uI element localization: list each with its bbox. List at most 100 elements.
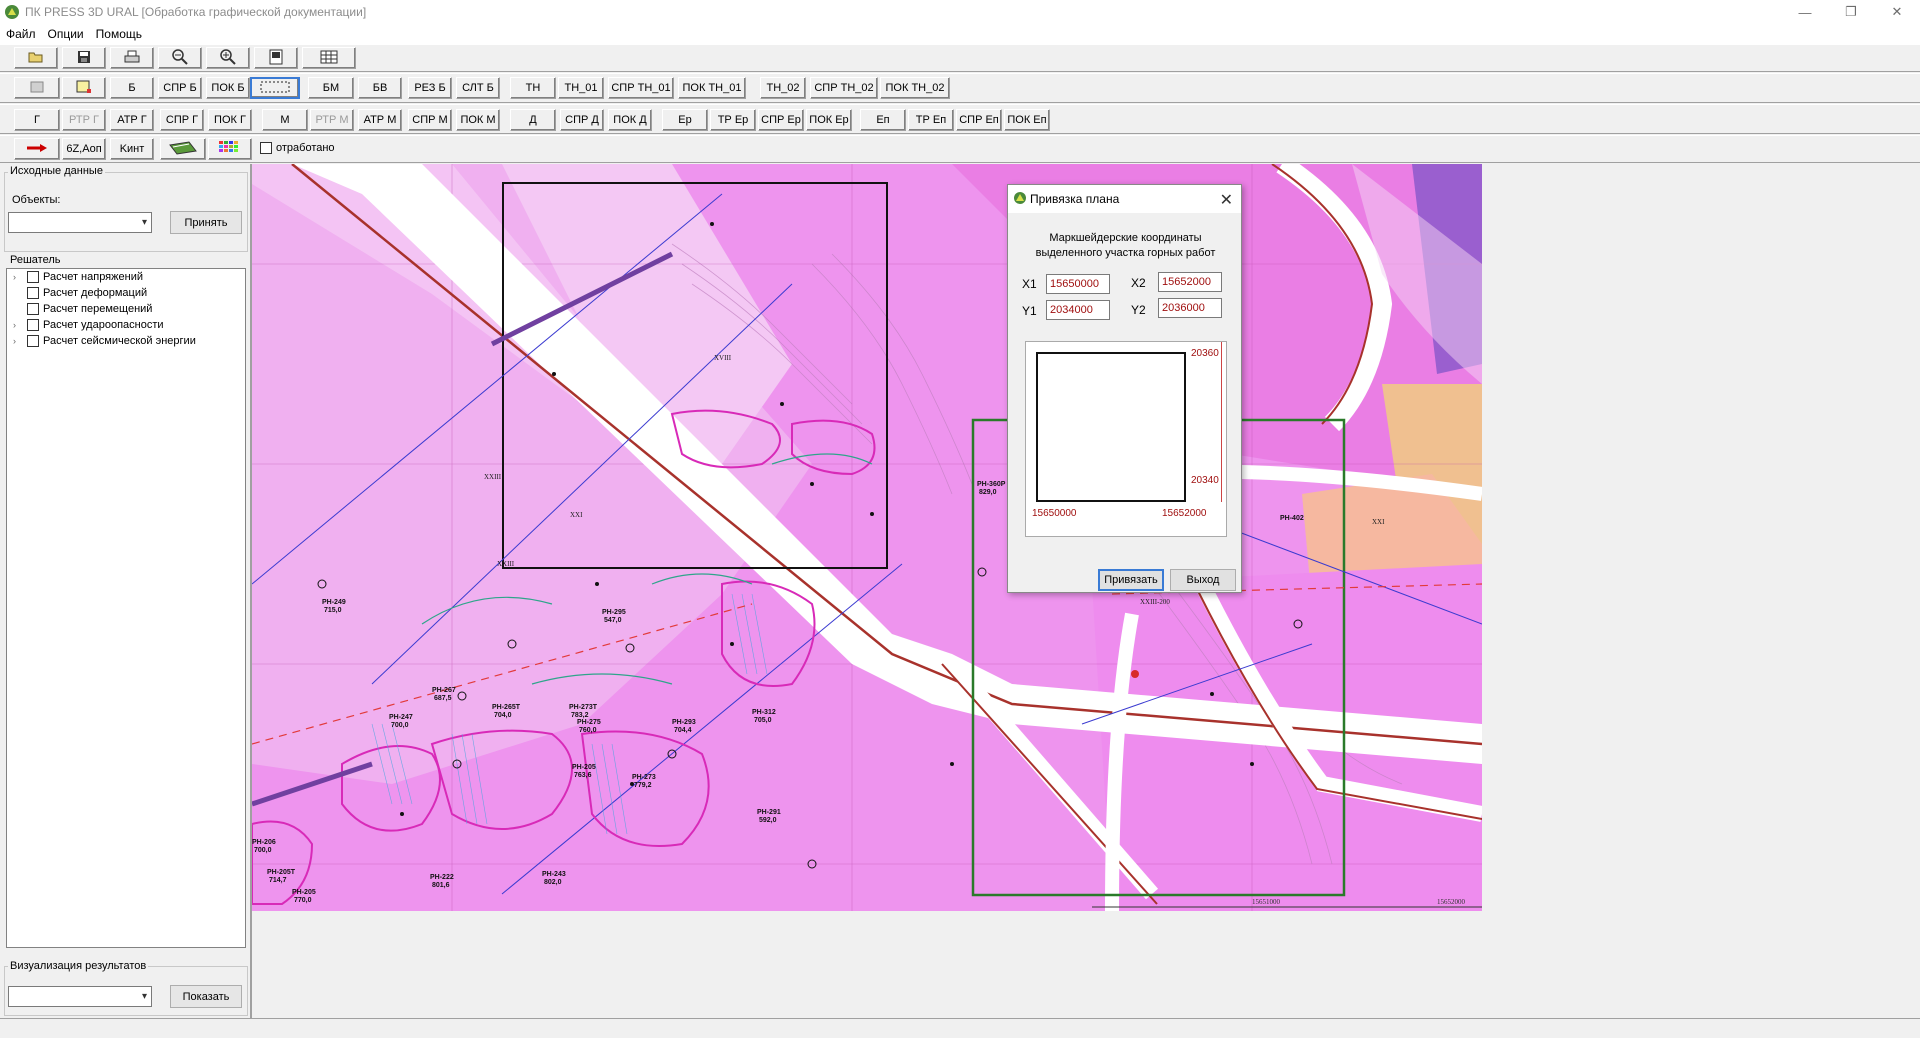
viz-combo[interactable]: ▾ [8, 986, 152, 1007]
menu-options[interactable]: Опции [48, 27, 84, 41]
tree-item-displacement[interactable]: Расчет перемещений [7, 301, 245, 317]
x1-input[interactable]: 15650000 [1046, 274, 1110, 294]
zoom-out-icon [172, 48, 188, 68]
solver-title: Решатель [8, 254, 63, 266]
tree-checkbox[interactable] [27, 271, 39, 283]
surface-button[interactable] [160, 138, 206, 160]
tree-item-stress[interactable]: › Расчет напряжений [7, 269, 245, 285]
open-button[interactable] [14, 47, 58, 69]
btn-tn-02[interactable]: ТН_02 [760, 77, 806, 99]
bind-plan-dialog: Привязка плана ✕ Маркшейдерские координа… [1007, 184, 1242, 593]
svg-text:783,2: 783,2 [571, 712, 589, 719]
btn-k-int[interactable]: Kинт [110, 138, 154, 160]
btn-spr-m[interactable]: СПР М [408, 109, 452, 131]
save-button[interactable] [62, 47, 106, 69]
expand-icon[interactable]: › [13, 272, 23, 282]
btn-g[interactable]: Г [14, 109, 60, 131]
svg-text:РН-273: РН-273 [632, 774, 656, 781]
dialog-app-icon [1013, 191, 1027, 208]
close-button[interactable]: ✕ [1874, 0, 1920, 24]
btn-m[interactable]: М [262, 109, 308, 131]
plan-preview: 20360 20340 15650000 15652000 [1025, 341, 1227, 537]
svg-text:РН-249: РН-249 [322, 599, 346, 606]
btn-tr-er[interactable]: ТР Ер [710, 109, 756, 131]
restore-button[interactable]: ❐ [1828, 0, 1874, 24]
btn-bm[interactable]: БМ [308, 77, 354, 99]
scale-left-label: 15651000 [1252, 898, 1281, 906]
expand-icon[interactable]: › [13, 336, 23, 346]
btn-spr-tn-01[interactable]: СПР ТН_01 [608, 77, 674, 99]
btn-tr-en[interactable]: ТР Еп [908, 109, 954, 131]
btn-spr-g[interactable]: СПР Г [160, 109, 204, 131]
btn-slt-b[interactable]: СЛТ Б [456, 77, 500, 99]
zoom-out-button[interactable] [158, 47, 202, 69]
save-icon [77, 50, 91, 67]
btn-spr-er[interactable]: СПР Ер [758, 109, 804, 131]
btn-bv[interactable]: БВ [358, 77, 402, 99]
menu-file[interactable]: Файл [6, 27, 36, 41]
grid-colors-button[interactable] [208, 138, 252, 160]
btn-er[interactable]: Ер [662, 109, 708, 131]
tree-item-deformation[interactable]: Расчет деформаций [7, 285, 245, 301]
btn-spr-tn-02[interactable]: СПР ТН_02 [810, 77, 878, 99]
dialog-close-icon[interactable]: ✕ [1220, 190, 1233, 210]
btn-pok-en[interactable]: ПОК Еп [1004, 109, 1050, 131]
tree-checkbox[interactable] [27, 303, 39, 315]
btn-pok-g[interactable]: ПОК Г [208, 109, 252, 131]
y2-input[interactable]: 2036000 [1158, 298, 1222, 318]
tree-checkbox[interactable] [27, 335, 39, 347]
x2-input[interactable]: 15652000 [1158, 272, 1222, 292]
btn-tn[interactable]: ТН [510, 77, 556, 99]
btn-spr-d[interactable]: СПР Д [560, 109, 604, 131]
btn-b[interactable]: Б [110, 77, 154, 99]
svg-text:760,0: 760,0 [579, 727, 597, 734]
btn-spr-b[interactable]: СПР Б [158, 77, 202, 99]
page-button[interactable] [254, 47, 298, 69]
table-button[interactable] [302, 47, 356, 69]
print-button[interactable] [110, 47, 154, 69]
exit-button[interactable]: Выход [1170, 569, 1236, 591]
btn-spr-en[interactable]: СПР Еп [956, 109, 1002, 131]
btn-6z-aop[interactable]: 6Z,Аоп [62, 138, 106, 160]
tree-item-bump-hazard[interactable]: › Расчет удароопасности [7, 317, 245, 333]
layer-yellow-button[interactable] [62, 77, 106, 99]
map-canvas[interactable]: РН-295 547,0 РН-249 715,0 РН-267 687,5 РН-2… [252, 164, 1482, 911]
layer-grey-button[interactable] [14, 77, 60, 99]
tree-checkbox[interactable] [27, 319, 39, 331]
menu-help[interactable]: Помощь [96, 27, 142, 41]
svg-text:700,0: 700,0 [254, 847, 272, 854]
zoom-in-button[interactable] [206, 47, 250, 69]
btn-pok-b[interactable]: ПОК Б [206, 77, 250, 99]
btn-tn-01[interactable]: ТН_01 [558, 77, 604, 99]
menu-bar: Файл Опции Помощь [0, 24, 1920, 44]
btn-en[interactable]: Еп [860, 109, 906, 131]
btn-pok-d[interactable]: ПОК Д [608, 109, 652, 131]
btn-pok-er[interactable]: ПОК Ер [806, 109, 852, 131]
bind-button[interactable]: Привязать [1098, 569, 1164, 591]
btn-d[interactable]: Д [510, 109, 556, 131]
objects-combo[interactable]: ▾ [8, 212, 152, 233]
btn-rtr-m[interactable]: РТР М [310, 109, 354, 131]
tree-checkbox[interactable] [27, 287, 39, 299]
svg-text:770,0: 770,0 [294, 897, 312, 904]
btn-pok-tn-02[interactable]: ПОК ТН_02 [880, 77, 950, 99]
btn-pok-m[interactable]: ПОК М [456, 109, 500, 131]
svg-text:704,4: 704,4 [674, 727, 692, 734]
btn-atr-m[interactable]: АТР М [358, 109, 402, 131]
arrow-button[interactable] [14, 138, 60, 160]
btn-rez-b[interactable]: РЕЗ Б [408, 77, 452, 99]
show-button[interactable]: Показать [170, 985, 242, 1008]
accept-button[interactable]: Принять [170, 211, 242, 234]
svg-text:РН-402: РН-402 [1280, 515, 1304, 522]
minimize-button[interactable]: — [1782, 0, 1828, 24]
worked-checkbox[interactable] [260, 142, 272, 154]
expand-icon[interactable]: › [13, 320, 23, 330]
btn-pok-tn-01[interactable]: ПОК ТН_01 [678, 77, 746, 99]
svg-text:687,5: 687,5 [434, 695, 452, 702]
y1-input[interactable]: 2034000 [1046, 300, 1110, 320]
zoom-in-icon [220, 48, 236, 68]
btn-atr-g[interactable]: АТР Г [110, 109, 154, 131]
btn-rtr-g[interactable]: РТР Г [62, 109, 106, 131]
select-rect-button[interactable] [250, 77, 300, 99]
tree-item-seismic-energy[interactable]: › Расчет сейсмической энергии [7, 333, 245, 349]
